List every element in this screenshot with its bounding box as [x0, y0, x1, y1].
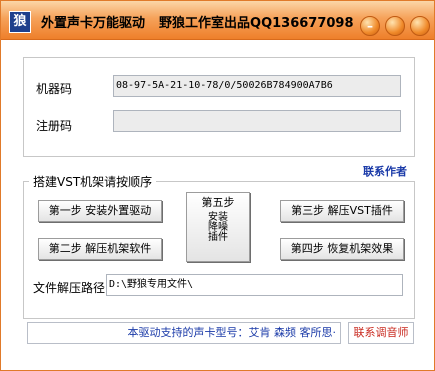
vst-group-title: 搭建VST机架请按顺序 [29, 173, 157, 190]
path-label: 文件解压路径 [33, 281, 106, 295]
step2-extract-rack-button[interactable]: 第二步 解压机架软件 [38, 238, 162, 260]
reg-code-label: 注册码 [36, 119, 73, 133]
title-main: 外置声卡万能驱动 [41, 16, 146, 31]
main-window: 狼 外置声卡万能驱动 野狼工作室出品QQ136677098 – 机器码 08-97… [0, 0, 435, 371]
machine-code-label: 机器码 [36, 82, 73, 96]
window-title: 外置声卡万能驱动 野狼工作室出品QQ136677098 [41, 12, 354, 31]
contact-author-link[interactable]: 联系作者 [363, 163, 407, 179]
minimize-button[interactable]: – [360, 16, 380, 36]
step5-title: 第五步 [201, 196, 235, 209]
registration-panel [23, 57, 415, 157]
step1-install-driver-button[interactable]: 第一步 安装外置驱动 [38, 200, 162, 222]
close-icon [411, 17, 429, 35]
extract-path-field[interactable]: D:\野狼专用文件\ [106, 274, 403, 296]
title-credit: 野狼工作室出品QQ136677098 [159, 16, 354, 31]
step5-install-denoise-button[interactable]: 第五步 安装降噪插件 [186, 192, 250, 262]
minimize-icon: – [367, 19, 373, 33]
title-bar[interactable]: 狼 外置声卡万能驱动 野狼工作室出品QQ136677098 – [1, 1, 434, 40]
maximize-icon [386, 17, 404, 35]
wolf-app-icon: 狼 [9, 11, 31, 33]
step3-extract-vst-button[interactable]: 第三步 解压VST插件 [280, 200, 404, 222]
maximize-button[interactable] [385, 16, 405, 36]
contact-tuner-button[interactable]: 联系调音师 [348, 322, 414, 344]
supported-cards-marquee: 本驱动支持的声卡型号：艾肯 森频 客所思· [27, 322, 341, 344]
close-button[interactable] [410, 16, 430, 36]
step4-restore-rack-button[interactable]: 第四步 恢复机架效果 [280, 238, 404, 260]
supported-cards-text: 本驱动支持的声卡型号：艾肯 森频 客所思· [127, 326, 337, 339]
reg-code-field[interactable] [113, 110, 401, 132]
step5-subtitle: 安装降噪插件 [208, 212, 228, 243]
machine-code-field[interactable]: 08-97-5A-21-10-78/0/50026B784900A7B6 [113, 75, 401, 97]
